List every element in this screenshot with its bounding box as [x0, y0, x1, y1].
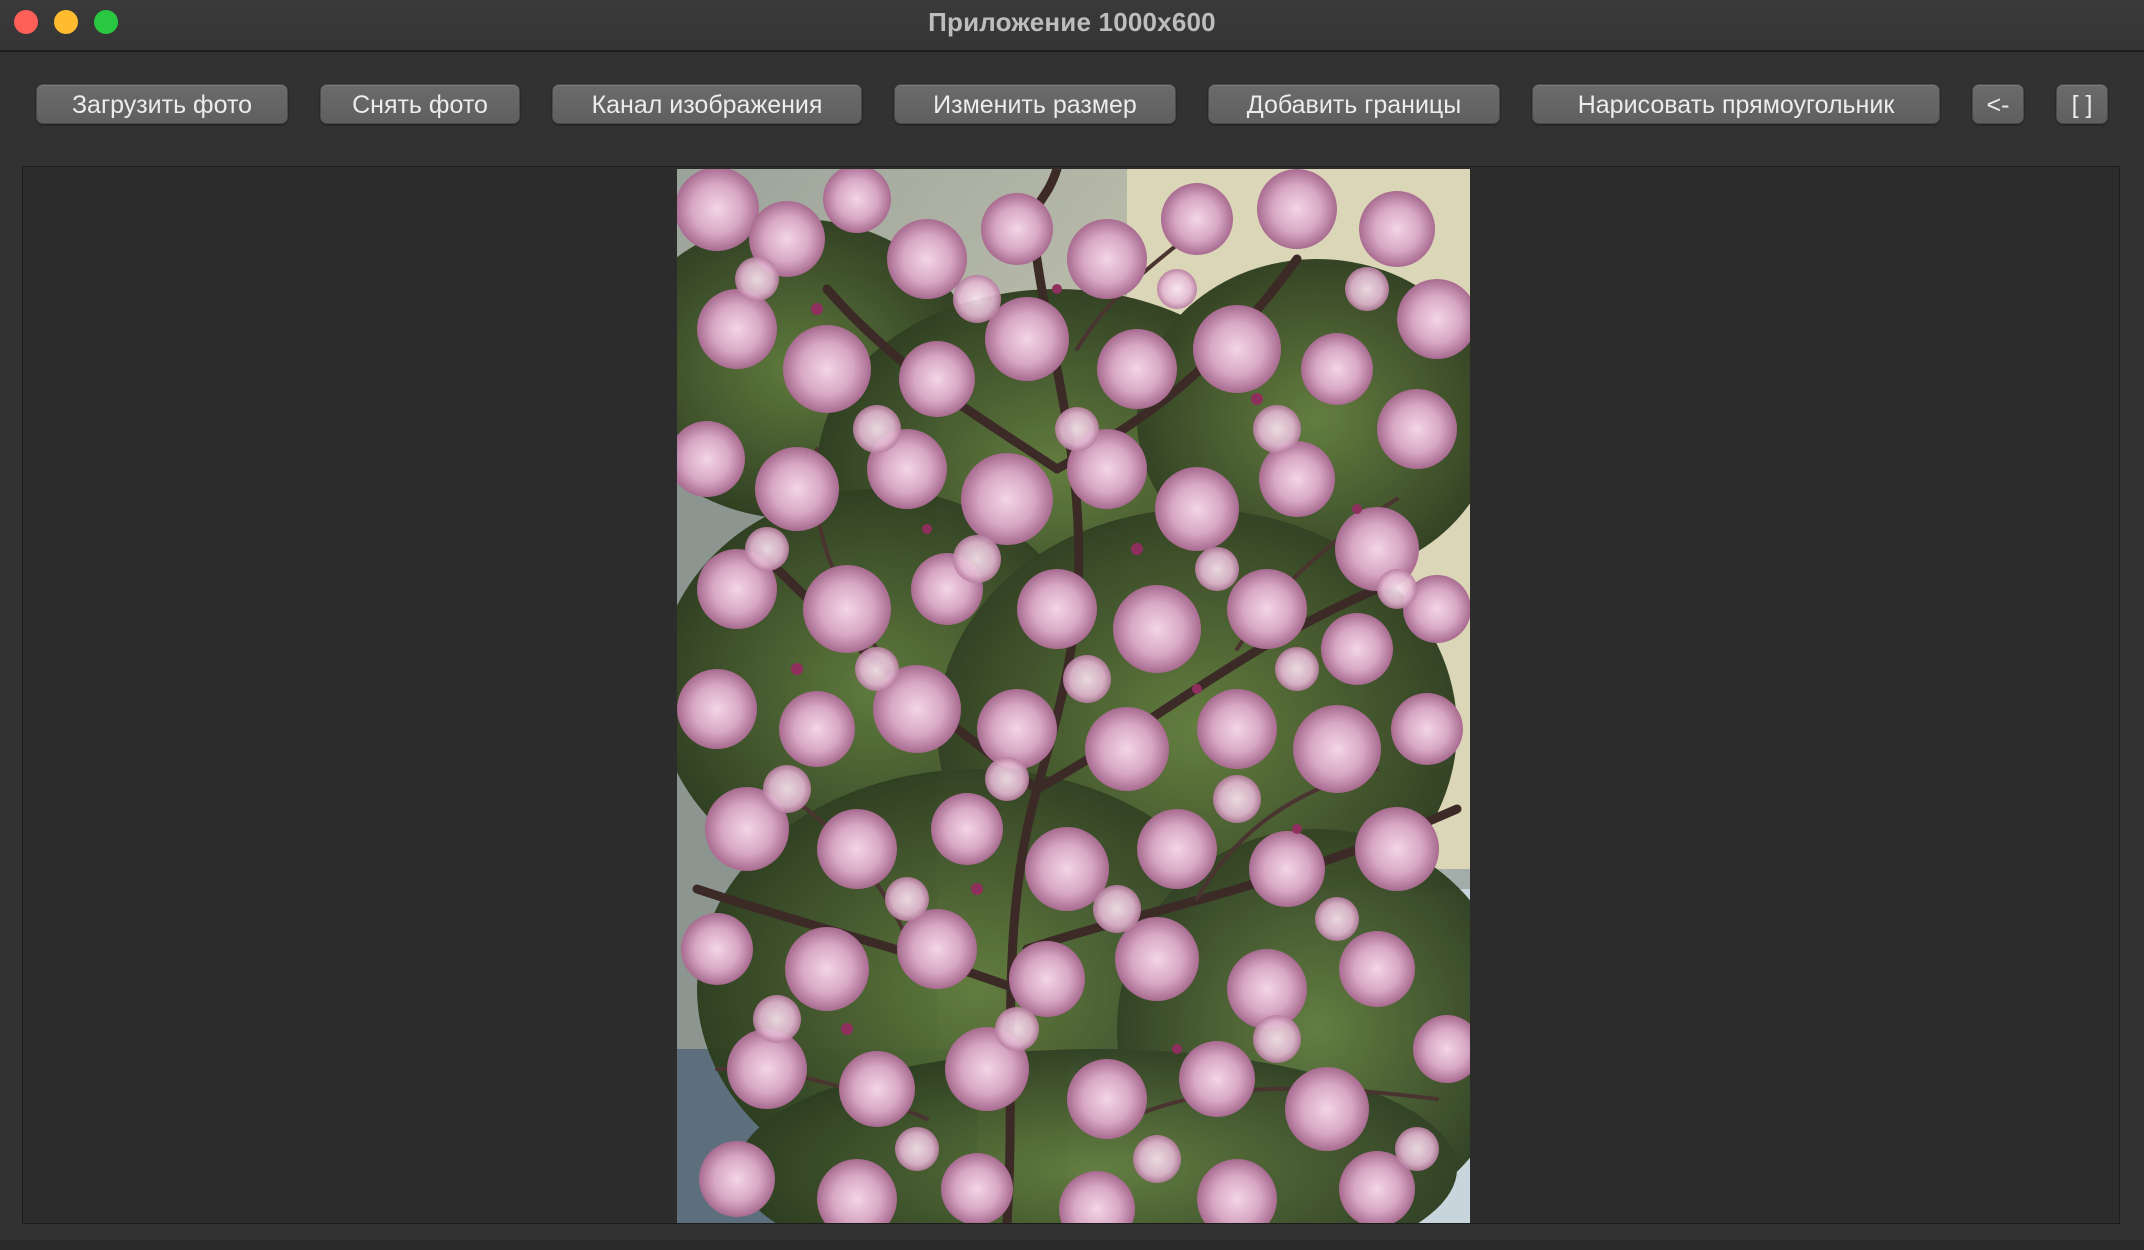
- resize-button[interactable]: Изменить размер: [894, 84, 1176, 124]
- image-channel-button[interactable]: Канал изображения: [552, 84, 862, 124]
- blossom-photo: [677, 169, 1470, 1223]
- load-photo-button[interactable]: Загрузить фото: [36, 84, 288, 124]
- take-photo-button[interactable]: Снять фото: [320, 84, 520, 124]
- draw-rectangle-button[interactable]: Нарисовать прямоугольник: [1532, 84, 1940, 124]
- toolbar: Загрузить фото Снять фото Канал изображе…: [0, 52, 2144, 162]
- image-canvas: [22, 166, 2120, 1224]
- app-window: Приложение 1000x600 Загрузить фото Снять…: [0, 0, 2144, 1250]
- window-title: Приложение 1000x600: [928, 7, 1216, 37]
- back-button[interactable]: <-: [1972, 84, 2024, 124]
- title-bar[interactable]: Приложение 1000x600: [0, 0, 2144, 52]
- add-borders-button[interactable]: Добавить границы: [1208, 84, 1500, 124]
- brackets-button[interactable]: [ ]: [2056, 84, 2108, 124]
- window-bottom-edge: [0, 1240, 2144, 1250]
